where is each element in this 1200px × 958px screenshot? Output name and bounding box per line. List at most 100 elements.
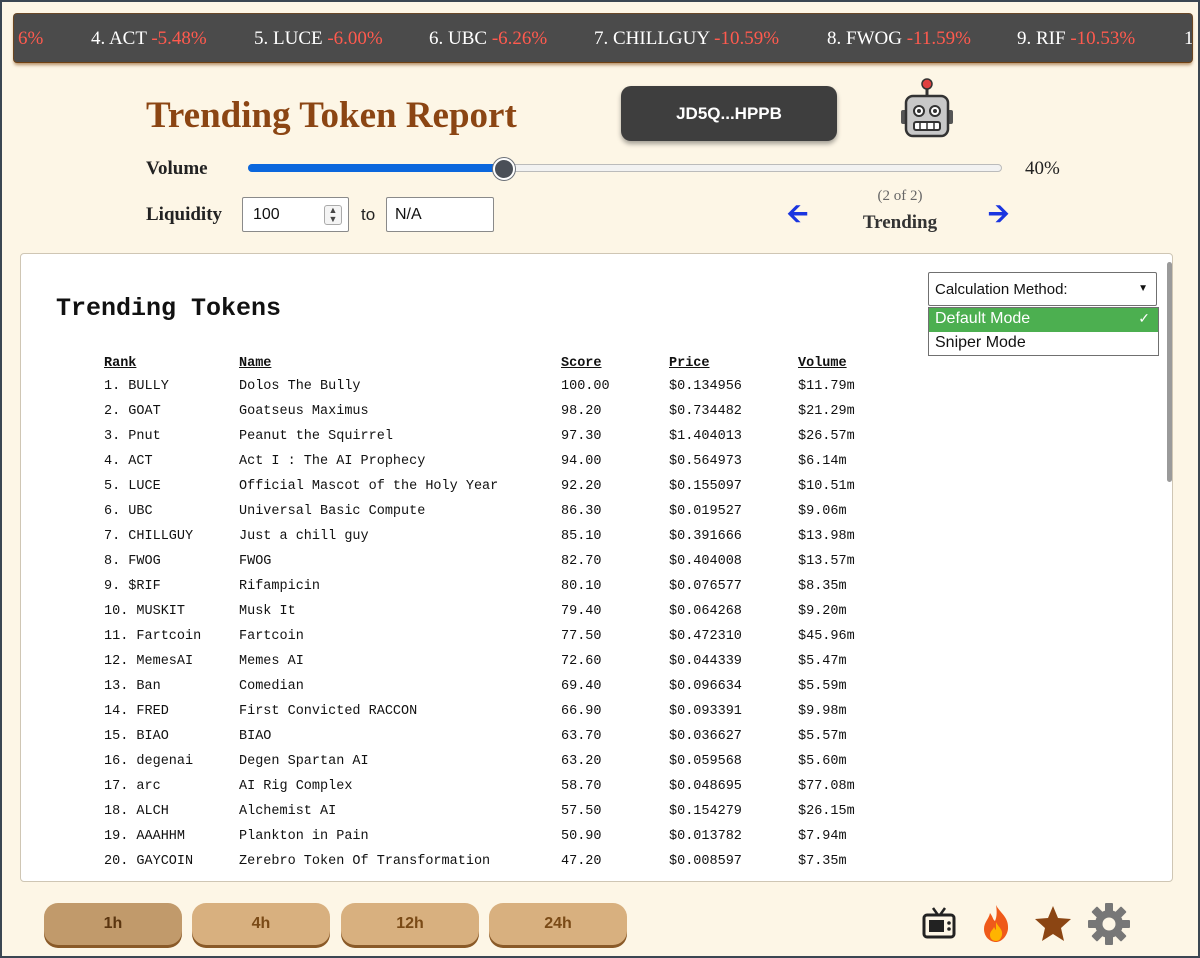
table-cell: 66.90 (561, 704, 602, 719)
gear-icon[interactable] (1086, 902, 1132, 945)
ticker-item[interactable]: 6% (18, 28, 43, 50)
robot-icon[interactable] (897, 76, 957, 140)
table-cell: $9.06m (798, 504, 847, 519)
table-cell: $45.96m (798, 629, 855, 644)
table-row[interactable]: 15. BIAO BIAO 63.70 $0.036627 $5.57m (101, 724, 881, 749)
table-cell: $13.57m (798, 554, 855, 569)
next-arrow-icon[interactable]: 🡪 (988, 200, 1014, 228)
column-header[interactable]: Rank (101, 352, 219, 374)
star-icon[interactable] (1033, 902, 1073, 944)
table-row[interactable]: 20. GAYCOIN Zerebro Token Of Transformati… (101, 849, 881, 874)
column-header[interactable]: Price (666, 352, 791, 374)
table-cell: $5.47m (798, 654, 847, 669)
ticker-item[interactable]: 5. LUCE -6.00% (254, 28, 383, 50)
table-row[interactable]: 4. ACT Act I : The AI Prophecy 94.00 $0.564… (101, 449, 881, 474)
table-row[interactable]: 16. degenai Degen Spartan AI 63.20 $0.05956… (101, 749, 881, 774)
table-cell: $0.734482 (669, 404, 742, 419)
table-row[interactable]: 8. FWOG FWOG 82.70 $0.404008 $13.57m (101, 549, 881, 574)
column-header[interactable]: Name (219, 352, 550, 374)
table-row[interactable]: 10. MUSKIT Musk It 79.40 $0.064268 $9.20m (101, 599, 881, 624)
table-cell: Dolos The Bully (239, 379, 361, 394)
table-cell: 98.20 (561, 404, 602, 419)
table-cell: 72.60 (561, 654, 602, 669)
option-sniper-mode[interactable]: Sniper Mode (929, 332, 1158, 356)
liquidity-min-input[interactable]: 100 ▲ ▼ (242, 197, 349, 232)
table-cell: $0.096634 (669, 679, 742, 694)
slider-thumb[interactable] (493, 158, 516, 180)
table-cell: $0.048695 (669, 779, 742, 794)
table-cell: Rifampicin (239, 579, 321, 594)
slider-fill (248, 164, 505, 172)
volume-slider[interactable] (248, 158, 1002, 180)
table-row[interactable]: 1. BULLY Dolos The Bully 100.00 $0.134956 $1… (101, 374, 881, 399)
wallet-button[interactable]: JD5Q...HPPB (621, 86, 837, 141)
table-cell: $21.29m (798, 404, 855, 419)
table-cell: 5. LUCE (104, 479, 161, 494)
table-cell: First Convicted RACCON (239, 704, 418, 719)
ticker-item[interactable]: 8. FWOG -11.59% (827, 28, 971, 50)
column-header[interactable]: Volume (791, 352, 881, 374)
check-icon: ✓ (1138, 310, 1150, 326)
table-header-row: Rank Name Score Price Volume (101, 352, 881, 374)
table-cell: $0.013782 (669, 829, 742, 844)
ticker-change: -11.59% (906, 28, 971, 49)
table-cell: Official Mascot of the Holy Year (239, 479, 499, 494)
page-title: Trending Token Report (146, 95, 517, 136)
app-frame: 6% 4. ACT -5.48% 5. LUCE -6.00% 6. UBC -… (0, 0, 1200, 958)
ticker-item[interactable]: 6. UBC -6.26% (429, 28, 547, 50)
table-row[interactable]: 9. $RIF Rifampicin 80.10 $0.076577 $8.35m (101, 574, 881, 599)
liquidity-max-input[interactable]: N/A (386, 197, 494, 232)
table-row[interactable]: 11. Fartcoin Fartcoin 77.50 $0.472310 $45.96… (101, 624, 881, 649)
number-spinner[interactable]: ▲ ▼ (324, 205, 342, 225)
scrollbar[interactable] (1167, 262, 1172, 482)
ticker-item[interactable]: 1 (1184, 28, 1192, 50)
table-row[interactable]: 12. MemesAI Memes AI 72.60 $0.044339 $5.47m (101, 649, 881, 674)
timeframe-1h-button[interactable]: 1h (44, 903, 182, 945)
timeframe-4h-button[interactable]: 4h (192, 903, 330, 945)
table-cell: 82.70 (561, 554, 602, 569)
table-cell: 2. GOAT (104, 404, 161, 419)
table-cell: $0.008597 (669, 854, 742, 869)
table-cell: Fartcoin (239, 629, 304, 644)
table-cell: $0.036627 (669, 729, 742, 744)
table-row[interactable]: 6. UBC Universal Basic Compute 86.30 $0.019… (101, 499, 881, 524)
fire-icon[interactable] (978, 902, 1014, 944)
table-row[interactable]: 2. GOAT Goatseus Maximus 98.20 $0.734482 $21… (101, 399, 881, 424)
table-row[interactable]: 3. Pnut Peanut the Squirrel 97.30 $1.404013… (101, 424, 881, 449)
table-cell: 10. MUSKIT (104, 604, 186, 619)
table-row[interactable]: 17. arc AI Rig Complex 58.70 $0.048695 $77.0… (101, 774, 881, 799)
prev-arrow-icon[interactable]: 🡨 (787, 200, 813, 228)
table-cell: $9.20m (798, 604, 847, 619)
option-default-mode[interactable]: Default Mode ✓ (929, 308, 1158, 332)
table-cell: $77.08m (798, 779, 855, 794)
panel-title: Trending Tokens (56, 294, 282, 323)
table-row[interactable]: 13. Ban Comedian 69.40 $0.096634 $5.59m (101, 674, 881, 699)
table-cell: $5.57m (798, 729, 847, 744)
timeframe-24h-button[interactable]: 24h (489, 903, 627, 945)
table-cell: 79.40 (561, 604, 602, 619)
timeframe-12h-button[interactable]: 12h (341, 903, 479, 945)
ticker-item[interactable]: 7. CHILLGUY -10.59% (594, 28, 779, 50)
table-cell: $5.59m (798, 679, 847, 694)
table-cell: 63.70 (561, 729, 602, 744)
table-row[interactable]: 5. LUCE Official Mascot of the Holy Year 9… (101, 474, 881, 499)
table-row[interactable]: 19. AAAHHM Plankton in Pain 50.90 $0.013782… (101, 824, 881, 849)
table-cell: Zerebro Token Of Transformation (239, 854, 491, 869)
table-cell: $6.14m (798, 454, 847, 469)
table-cell: Memes AI (239, 654, 304, 669)
table-cell: 15. BIAO (104, 729, 169, 744)
table-row[interactable]: 14. FRED First Convicted RACCON 66.90 $0.09… (101, 699, 881, 724)
price-ticker: 6% 4. ACT -5.48% 5. LUCE -6.00% 6. UBC -… (14, 14, 1192, 62)
table-row[interactable]: 18. ALCH Alchemist AI 57.50 $0.154279 $26.15… (101, 799, 881, 824)
table-cell: 14. FRED (104, 704, 169, 719)
table-cell: 97.30 (561, 429, 602, 444)
ticker-item[interactable]: 9. RIF -10.53% (1017, 28, 1135, 50)
ticker-item[interactable]: 4. ACT -5.48% (91, 28, 207, 50)
tv-icon[interactable] (921, 902, 957, 944)
table-cell: $0.019527 (669, 504, 742, 519)
table-cell: 58.70 (561, 779, 602, 794)
table-cell: $0.134956 (669, 379, 742, 394)
calc-method-select[interactable]: Calculation Method: ▼ (928, 272, 1157, 306)
column-header[interactable]: Score (550, 352, 666, 374)
table-row[interactable]: 7. CHILLGUY Just a chill guy 85.10 $0.39166… (101, 524, 881, 549)
